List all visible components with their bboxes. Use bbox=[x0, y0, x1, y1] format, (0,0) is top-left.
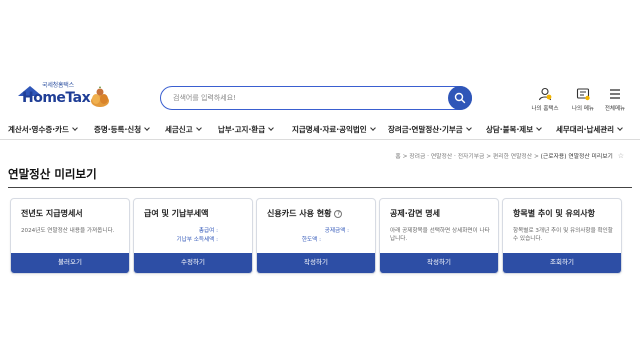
chevron-down-icon bbox=[536, 125, 542, 131]
my-hometax-button[interactable]: 나의 홈택스 bbox=[528, 87, 562, 113]
load-button[interactable]: 불러오기 bbox=[11, 253, 129, 273]
card-trend-notes: 항목별 추이 및 유의사항 항목별로 3개년 추이 및 유의사항을 확인할 수 … bbox=[502, 198, 622, 274]
nav-item[interactable]: 증명·등록·신청 bbox=[94, 124, 150, 135]
hamburger-menu-icon bbox=[610, 89, 620, 99]
search-button[interactable] bbox=[448, 86, 472, 110]
chevron-down-icon bbox=[617, 125, 623, 131]
card-deduction-details: 공제·감면 명세 아래 공제항목을 선택하면 상세화면이 나타납니다. 작성하기 bbox=[379, 198, 499, 274]
nav-item[interactable]: 세무대리·납세관리 bbox=[556, 124, 623, 135]
card-title: 항목별 추이 및 유의사항 bbox=[513, 209, 595, 218]
nav-item[interactable]: 계산서·영수증·카드 bbox=[8, 124, 78, 135]
favorite-star-icon[interactable]: ☆ bbox=[618, 152, 624, 160]
card-credit-card-usage: 신용카드 사용 현황? 공제금액 : 한도액 : 작성하기 bbox=[256, 198, 376, 274]
main-nav: 계산서·영수증·카드 증명·등록·신청 세금신고 납부·고지·환급 지급명세·자… bbox=[0, 118, 640, 140]
write-button[interactable]: 작성하기 bbox=[257, 253, 375, 273]
card-title-text: 신용카드 사용 현황 bbox=[267, 209, 332, 218]
card-title: 전년도 지급명세서 bbox=[21, 209, 83, 218]
search-bar[interactable]: 검색어를 입력하세요! bbox=[160, 86, 472, 110]
total-salary-label: 총급여 : bbox=[198, 228, 218, 234]
logo-text: HomeTax bbox=[22, 90, 91, 106]
util-label: 나의 메뉴 bbox=[572, 106, 594, 112]
card-salary-tax: 급여 및 기납부세액 총급여 : 기납부 소득세액 : 수정하기 bbox=[133, 198, 253, 274]
mascot-icon bbox=[91, 86, 109, 107]
chevron-down-icon bbox=[195, 125, 202, 131]
util-label: 나의 홈택스 bbox=[531, 106, 559, 112]
nav-label: 세무대리·납세관리 bbox=[556, 125, 615, 134]
nav-item[interactable]: 납부·고지·환급 bbox=[218, 124, 274, 135]
nav-label: 세금신고 bbox=[165, 125, 193, 134]
nav-label: 증명·등록·신청 bbox=[94, 125, 142, 134]
card-description: 2024년도 연말정산 내용을 가져옵니다. bbox=[21, 228, 115, 234]
nav-item[interactable]: 장려금·연말정산·기부금 bbox=[388, 124, 472, 135]
card-description: 아래 공제항목을 선택하면 상세화면이 나타납니다. bbox=[390, 228, 490, 242]
card-title: 공제·감면 명세 bbox=[390, 209, 440, 218]
nav-item[interactable]: 세금신고 bbox=[165, 124, 202, 135]
my-menu-button[interactable]: 나의 메뉴 bbox=[566, 87, 600, 113]
help-icon[interactable]: ? bbox=[334, 210, 343, 218]
breadcrumb-item[interactable]: 편리한 연말정산 bbox=[493, 154, 532, 160]
nav-label: 계산서·영수증·카드 bbox=[8, 125, 69, 134]
card-values: 공제금액 : 한도액 : bbox=[265, 227, 349, 245]
breadcrumb: 홈 > 장려금 · 연말정산 · 전자기부금 > 편리한 연말정산 > (근로자… bbox=[395, 152, 624, 160]
nav-item[interactable]: 지급명세·자료·공익법인 bbox=[292, 124, 376, 135]
prepaid-tax-label: 기납부 소득세액 : bbox=[176, 237, 218, 243]
logo-subtitle: 국세청홈택스 bbox=[42, 82, 74, 89]
card-description: 항목별로 3개년 추이 및 유의사항을 확인할 수 있습니다. bbox=[513, 228, 613, 242]
page-title: 연말정산 미리보기 bbox=[8, 167, 97, 181]
breadcrumb-item[interactable]: 홈 bbox=[395, 154, 400, 160]
write-button[interactable]: 작성하기 bbox=[380, 253, 498, 273]
edit-button[interactable]: 수정하기 bbox=[134, 253, 252, 273]
nav-item[interactable]: 상담·불복·제보 bbox=[486, 124, 542, 135]
search-icon bbox=[454, 92, 466, 104]
title-divider bbox=[8, 187, 632, 188]
chevron-down-icon bbox=[268, 125, 274, 131]
chevron-down-icon bbox=[465, 125, 472, 131]
card-prior-year-statement: 전년도 지급명세서 2024년도 연말정산 내용을 가져옵니다. 불러오기 bbox=[10, 198, 130, 274]
limit-amount-label: 한도액 : bbox=[301, 237, 321, 243]
deduction-amount-label: 공제금액 : bbox=[324, 228, 349, 234]
hometax-logo[interactable]: 국세청홈택스 HomeTax bbox=[8, 80, 112, 112]
chevron-down-icon bbox=[72, 125, 78, 131]
user-icon bbox=[538, 87, 552, 101]
chevron-down-icon bbox=[144, 125, 150, 131]
my-menu-icon bbox=[576, 88, 590, 101]
nav-label: 장려금·연말정산·기부금 bbox=[388, 125, 463, 134]
card-title: 신용카드 사용 현황? bbox=[267, 208, 343, 219]
view-button[interactable]: 조회하기 bbox=[503, 253, 621, 273]
nav-label: 상담·불복·제보 bbox=[486, 125, 534, 134]
nav-label: 납부·고지·환급 bbox=[218, 125, 266, 134]
card-title: 급여 및 기납부세액 bbox=[144, 209, 209, 218]
breadcrumb-item[interactable]: 장려금 · 연말정산 · 전자기부금 bbox=[409, 154, 484, 160]
chevron-down-icon bbox=[369, 125, 376, 131]
card-values: 총급여 : 기납부 소득세액 : bbox=[134, 227, 218, 245]
util-label: 전체메뉴 bbox=[604, 106, 626, 112]
all-menu-button[interactable]: 전체메뉴 bbox=[598, 87, 632, 113]
search-input[interactable]: 검색어를 입력하세요! bbox=[173, 93, 236, 103]
nav-label: 지급명세·자료·공익법인 bbox=[292, 125, 367, 134]
breadcrumb-current: (근로자용) 연말정산 미리보기 bbox=[540, 154, 613, 160]
